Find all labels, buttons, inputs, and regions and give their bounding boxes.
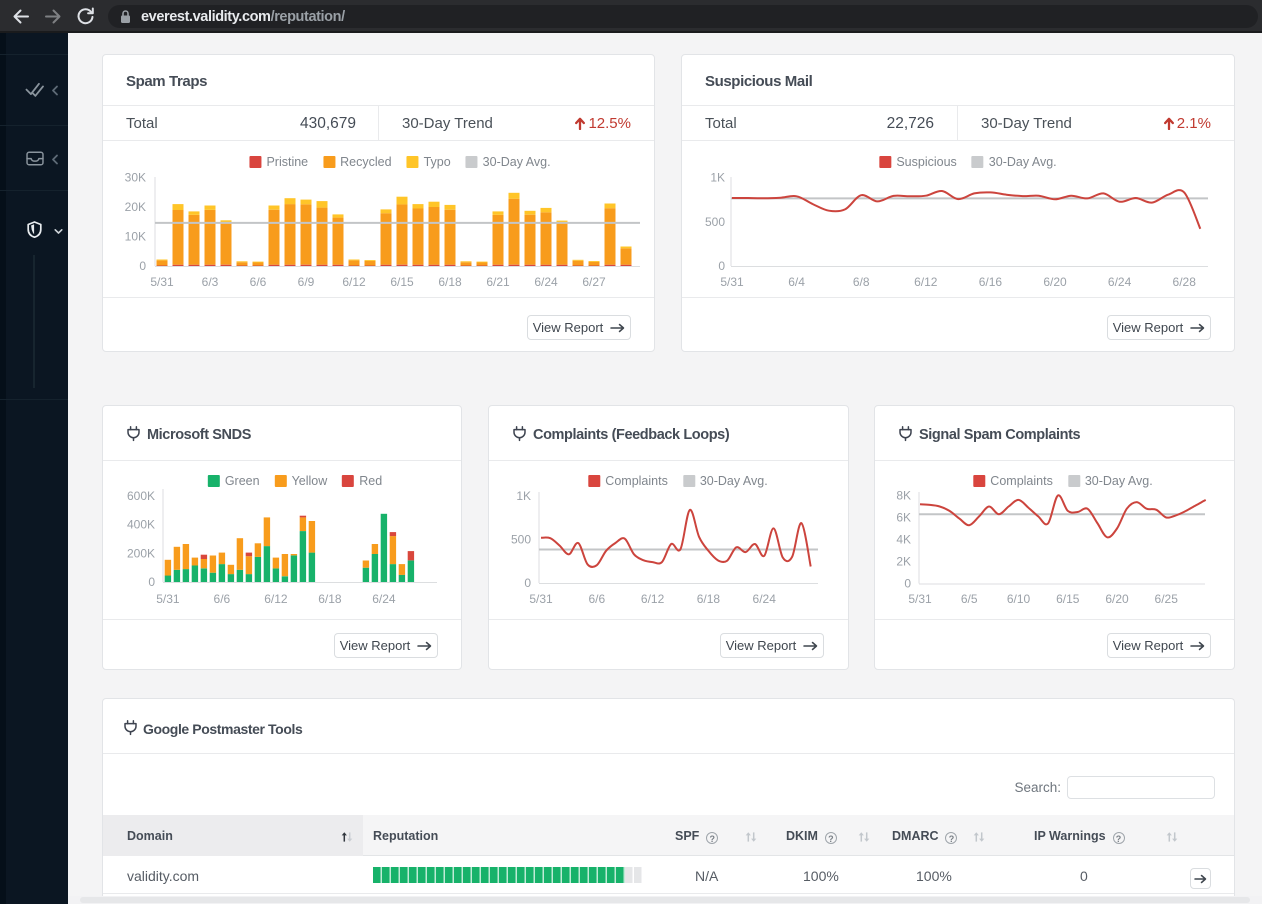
svg-text:500: 500 bbox=[705, 215, 725, 229]
svg-text:6/24: 6/24 bbox=[372, 592, 396, 606]
svg-text:6/25: 6/25 bbox=[1155, 592, 1179, 606]
svg-text:5/31: 5/31 bbox=[529, 592, 553, 606]
svg-text:6/10: 6/10 bbox=[1007, 592, 1031, 606]
svg-text:200K: 200K bbox=[127, 546, 155, 560]
svg-text:500: 500 bbox=[511, 533, 531, 547]
svg-text:6/12: 6/12 bbox=[264, 592, 288, 606]
svg-text:600K: 600K bbox=[127, 489, 155, 503]
svg-text:0: 0 bbox=[718, 259, 725, 273]
svg-text:6/12: 6/12 bbox=[914, 275, 938, 289]
svg-text:6K: 6K bbox=[896, 511, 911, 525]
svg-text:6/20: 6/20 bbox=[1105, 592, 1129, 606]
svg-text:6/4: 6/4 bbox=[788, 275, 805, 289]
svg-text:5/31: 5/31 bbox=[908, 592, 932, 606]
svg-text:8K: 8K bbox=[896, 489, 911, 503]
svg-text:6/15: 6/15 bbox=[1056, 592, 1080, 606]
svg-text:6/6: 6/6 bbox=[250, 275, 267, 289]
svg-text:5/31: 5/31 bbox=[156, 592, 180, 606]
svg-text:6/6: 6/6 bbox=[214, 592, 231, 606]
svg-text:6/18: 6/18 bbox=[697, 592, 721, 606]
svg-text:0: 0 bbox=[524, 576, 531, 590]
svg-text:1K: 1K bbox=[516, 489, 531, 503]
svg-text:6/3: 6/3 bbox=[202, 275, 219, 289]
svg-text:1K: 1K bbox=[710, 171, 725, 185]
svg-text:6/6: 6/6 bbox=[588, 592, 605, 606]
svg-text:6/24: 6/24 bbox=[534, 275, 558, 289]
svg-text:6/9: 6/9 bbox=[298, 275, 315, 289]
svg-text:6/27: 6/27 bbox=[582, 275, 606, 289]
svg-text:6/12: 6/12 bbox=[641, 592, 665, 606]
svg-text:6/5: 6/5 bbox=[961, 592, 978, 606]
svg-text:6/20: 6/20 bbox=[1043, 275, 1067, 289]
svg-text:4K: 4K bbox=[896, 533, 911, 547]
svg-text:6/8: 6/8 bbox=[853, 275, 870, 289]
svg-text:5/31: 5/31 bbox=[150, 275, 174, 289]
svg-text:0: 0 bbox=[139, 259, 146, 273]
svg-text:400K: 400K bbox=[127, 518, 155, 532]
svg-text:6/18: 6/18 bbox=[438, 275, 462, 289]
svg-text:6/24: 6/24 bbox=[1108, 275, 1132, 289]
svg-text:6/12: 6/12 bbox=[342, 275, 366, 289]
svg-text:20K: 20K bbox=[125, 200, 146, 214]
svg-text:6/21: 6/21 bbox=[486, 275, 510, 289]
svg-text:6/28: 6/28 bbox=[1173, 275, 1197, 289]
svg-text:6/16: 6/16 bbox=[979, 275, 1003, 289]
svg-text:2K: 2K bbox=[896, 555, 911, 569]
svg-text:6/24: 6/24 bbox=[753, 592, 777, 606]
svg-text:0: 0 bbox=[148, 575, 155, 589]
svg-text:6/18: 6/18 bbox=[318, 592, 342, 606]
svg-text:5/31: 5/31 bbox=[720, 275, 744, 289]
svg-text:6/15: 6/15 bbox=[390, 275, 414, 289]
svg-text:0: 0 bbox=[904, 577, 911, 591]
svg-text:30K: 30K bbox=[125, 171, 146, 185]
svg-text:10K: 10K bbox=[125, 230, 146, 244]
